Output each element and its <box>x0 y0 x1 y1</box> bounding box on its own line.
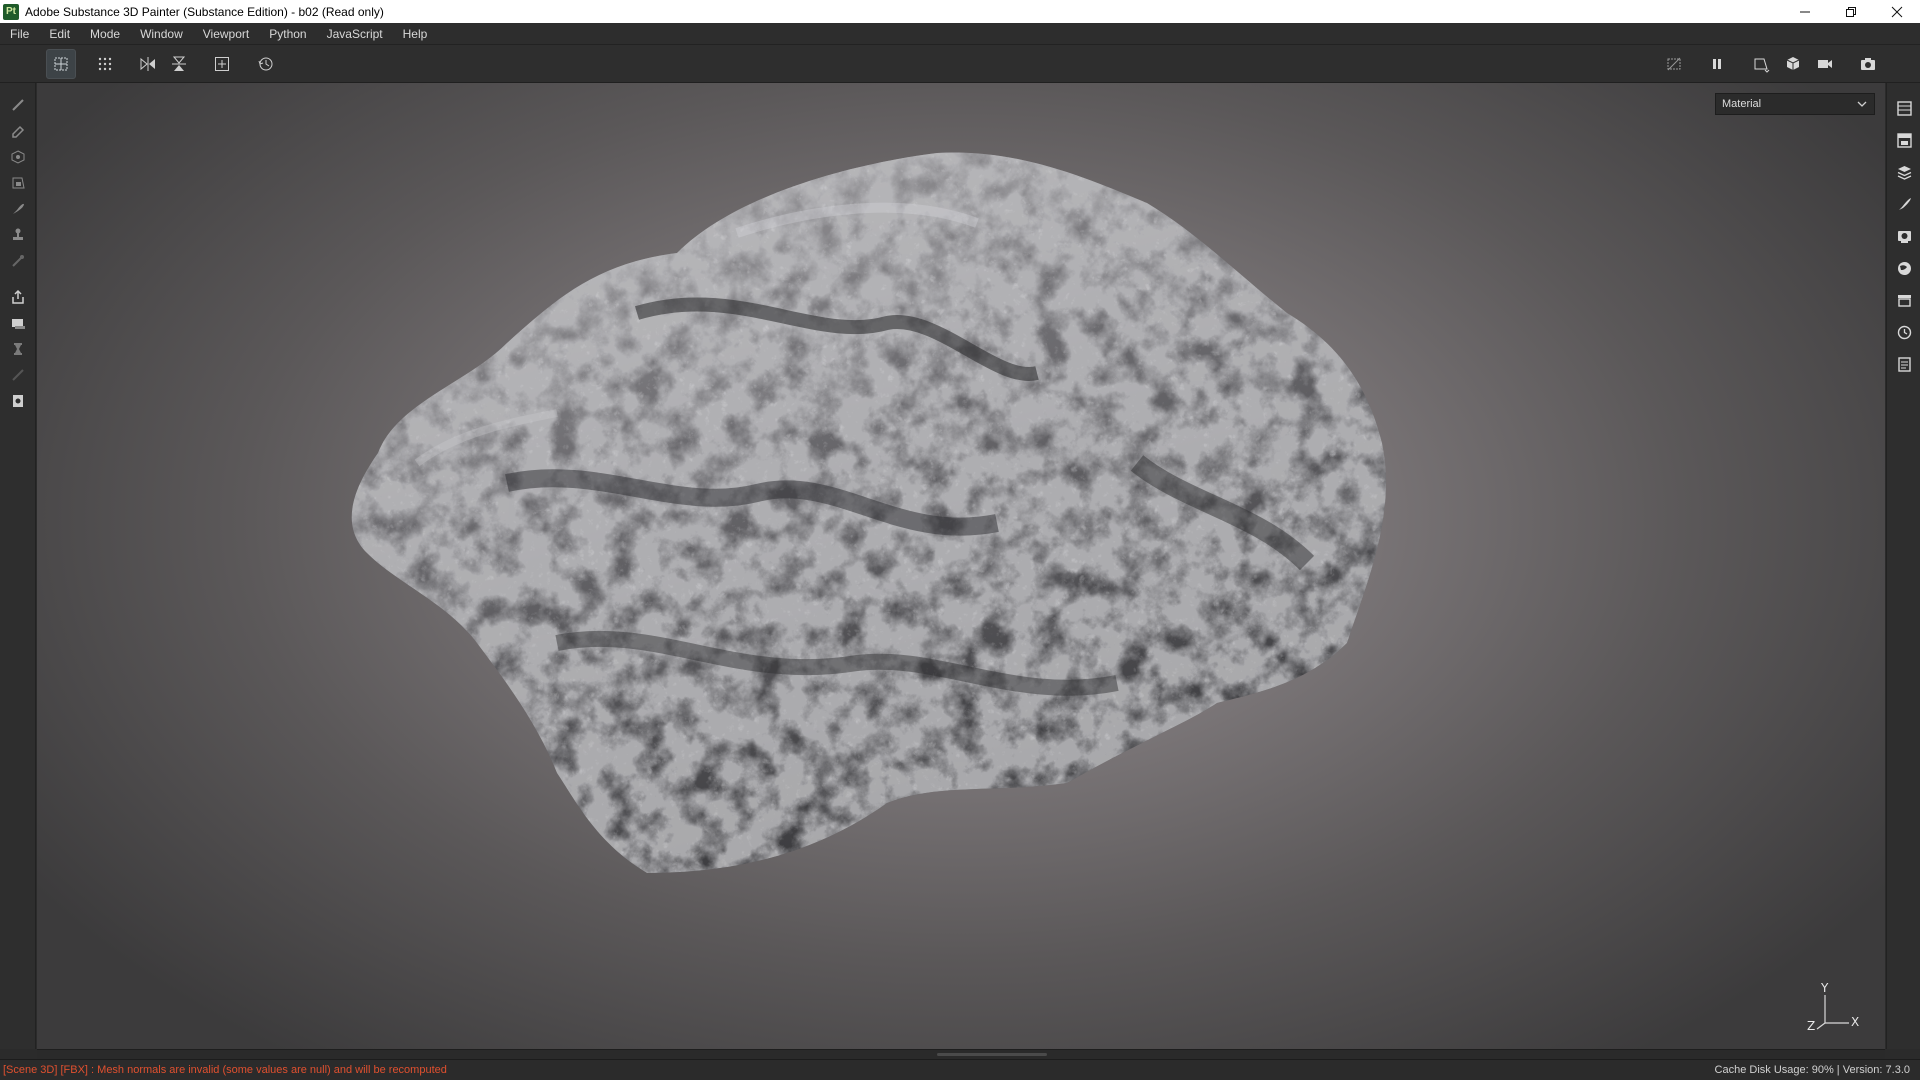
menu-javascript[interactable]: JavaScript <box>317 23 393 45</box>
grid-dots-button[interactable] <box>90 49 120 79</box>
menu-viewport[interactable]: Viewport <box>193 23 259 45</box>
minimize-button[interactable] <box>1782 0 1828 23</box>
screenshot-icon <box>1861 58 1875 70</box>
history-button[interactable] <box>251 49 281 79</box>
viewport-bottom-scroll[interactable] <box>37 1049 1885 1059</box>
smudge-icon <box>13 203 24 214</box>
grid-select-button[interactable] <box>46 49 76 79</box>
layers-icon <box>1896 100 1912 116</box>
axis-z-label: Z <box>1807 1019 1816 1033</box>
bake-icon <box>12 319 25 329</box>
right-toolbar <box>1886 83 1920 1049</box>
environment-icon <box>1897 261 1911 275</box>
eraser-tool-button[interactable] <box>6 119 30 143</box>
add-frame-icon <box>215 57 229 71</box>
app-icon: Pt <box>3 3 19 20</box>
rock-model <box>351 152 1387 874</box>
cube-view-icon <box>1786 57 1800 70</box>
viewport-channel-select[interactable]: Material <box>1715 93 1875 115</box>
color-picker-tool-button[interactable] <box>6 249 30 273</box>
mirror-x-button[interactable] <box>133 49 163 79</box>
layers-panel-button[interactable] <box>1892 96 1916 120</box>
shelf-icon <box>1897 294 1911 307</box>
export-button[interactable] <box>6 285 30 309</box>
iray-icon <box>14 343 22 355</box>
left-toolbar <box>0 83 36 1049</box>
menu-mode[interactable]: Mode <box>80 23 130 45</box>
pause-icon <box>1713 59 1721 69</box>
grid-select-icon <box>54 57 68 71</box>
bake-button[interactable] <box>6 311 30 335</box>
paint-tool-button[interactable] <box>6 93 30 117</box>
export-icon <box>12 289 24 304</box>
geometry-button[interactable] <box>6 363 30 387</box>
window-title: Adobe Substance 3D Painter (Substance Ed… <box>25 4 384 19</box>
restore-button[interactable] <box>1828 0 1874 23</box>
status-message[interactable]: [Scene 3D] [FBX] : Mesh normals are inva… <box>3 1064 447 1076</box>
properties-button[interactable] <box>1892 192 1916 216</box>
window-controls <box>1782 0 1920 23</box>
smudge-tool-button[interactable] <box>6 197 30 221</box>
eraser-icon <box>12 125 25 138</box>
menu-file[interactable]: File <box>0 23 39 45</box>
axis-x-label: X <box>1851 1015 1860 1029</box>
chevron-down-icon <box>1857 101 1867 107</box>
clone-tool-button[interactable] <box>6 223 30 247</box>
document-button[interactable] <box>6 389 30 413</box>
screenshot-button[interactable] <box>1853 49 1883 79</box>
history-icon <box>258 57 273 71</box>
shelf-button[interactable] <box>1892 288 1916 312</box>
projection-icon <box>11 150 25 164</box>
color-picker-icon <box>12 255 24 267</box>
layer-stack-button[interactable] <box>1892 160 1916 184</box>
polygon-fill-tool-button[interactable] <box>6 171 30 195</box>
hide-ui-icon <box>1667 57 1681 71</box>
projection-tool-button[interactable] <box>6 145 30 169</box>
main-toolbar <box>0 45 1920 83</box>
channel-select-value: Material <box>1722 98 1762 110</box>
geometry-icon <box>12 369 24 381</box>
perspective-icon <box>1754 58 1770 73</box>
texture-set-list-button[interactable] <box>1892 128 1916 152</box>
menu-window[interactable]: Window <box>130 23 193 45</box>
log-icon <box>1897 356 1911 372</box>
texture-set-list-icon <box>1896 132 1912 148</box>
display-settings-icon <box>1897 230 1911 243</box>
title-bar: Pt Adobe Substance 3D Painter (Substance… <box>0 0 1920 23</box>
mirror-y-icon <box>172 56 186 71</box>
close-button[interactable] <box>1874 0 1920 23</box>
perspective-button[interactable] <box>1746 49 1776 79</box>
status-cache-version: Cache Disk Usage: 90% | Version: 7.3.0 <box>1714 1064 1910 1076</box>
clone-stamp-icon <box>13 228 23 240</box>
properties-icon <box>1898 197 1911 210</box>
document-icon <box>13 395 23 407</box>
menu-bar: File Edit Mode Window Viewport Python Ja… <box>0 23 1920 45</box>
cube-view-button[interactable] <box>1778 49 1808 79</box>
grid-dots-icon <box>98 57 112 71</box>
axis-gizmo: Y Z X <box>1805 981 1865 1035</box>
mirror-y-button[interactable] <box>164 49 194 79</box>
scroll-handle[interactable] <box>937 1053 1047 1056</box>
mirror-x-icon <box>140 57 155 71</box>
polygon-fill-icon <box>12 177 25 189</box>
display-settings-button[interactable] <box>1892 224 1916 248</box>
menu-edit[interactable]: Edit <box>39 23 80 45</box>
menu-python[interactable]: Python <box>259 23 316 45</box>
camera-button[interactable] <box>1810 49 1840 79</box>
camera-icon <box>1818 60 1832 68</box>
history-panel-icon <box>1897 325 1911 339</box>
log-button[interactable] <box>1892 352 1916 376</box>
3d-viewport[interactable]: Material Y Z X <box>37 83 1885 1049</box>
status-bar: [Scene 3D] [FBX] : Mesh normals are inva… <box>0 1059 1920 1080</box>
add-frame-button[interactable] <box>207 49 237 79</box>
iray-button[interactable] <box>6 337 30 361</box>
environment-button[interactable] <box>1892 256 1916 280</box>
hide-ui-button[interactable] <box>1659 49 1689 79</box>
layer-stack-icon <box>1897 165 1911 180</box>
pause-button[interactable] <box>1702 49 1732 79</box>
history-panel-button[interactable] <box>1892 320 1916 344</box>
menu-help[interactable]: Help <box>393 23 438 45</box>
paint-brush-icon <box>12 99 24 111</box>
axis-y-label: Y <box>1821 981 1829 995</box>
